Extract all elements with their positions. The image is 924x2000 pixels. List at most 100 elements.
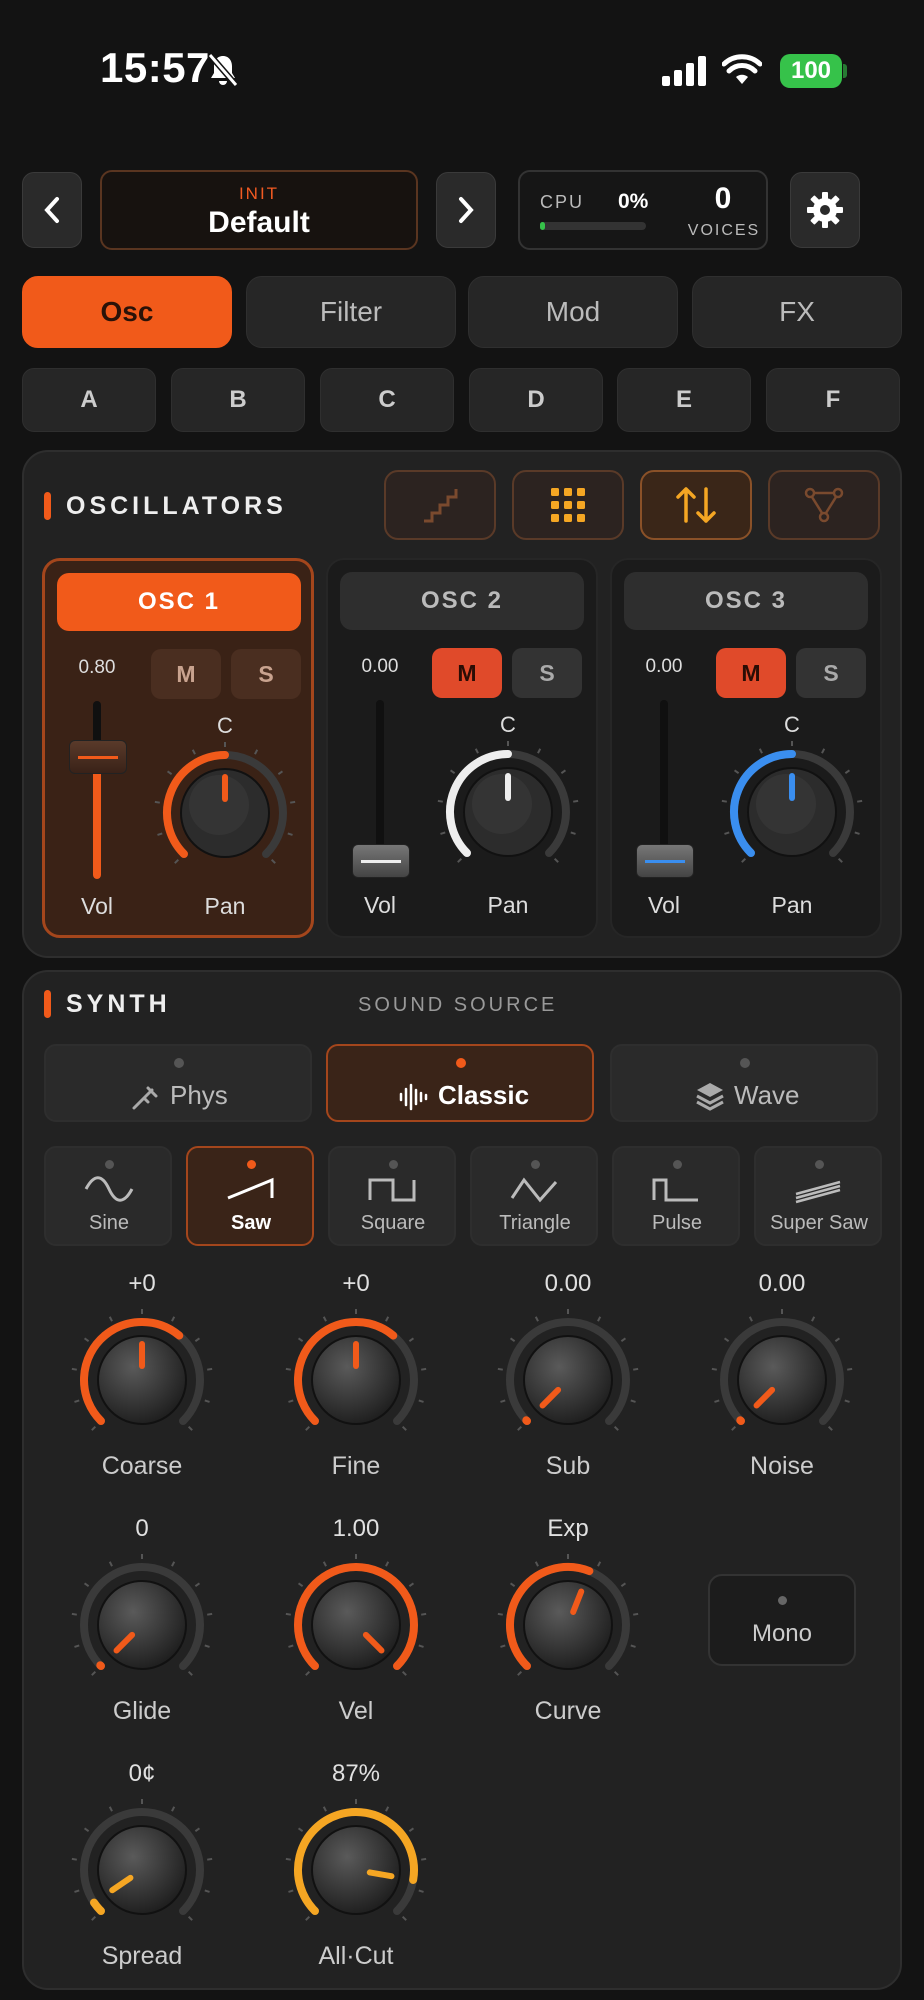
- osc-2-pan-knob[interactable]: [437, 741, 579, 882]
- source-label-wave: Wave: [734, 1080, 800, 1110]
- all-cut-value: 87%: [331, 1760, 381, 1787]
- noise-knob[interactable]: [711, 1309, 853, 1450]
- spread-value: 0¢: [128, 1760, 156, 1787]
- super-saw-icon: [795, 1180, 841, 1204]
- spread-knob[interactable]: [71, 1799, 213, 1940]
- pulse-wave-icon: [652, 1178, 698, 1202]
- osc-2-volume-value: 0.00: [361, 656, 399, 677]
- mono-label: Mono: [751, 1620, 813, 1647]
- battery-tip: [843, 64, 847, 78]
- sub-label: Sub: [545, 1452, 591, 1480]
- sound-source-label: SOUND SOURCE: [358, 994, 558, 1016]
- routing-icon: [804, 487, 844, 523]
- osc-1-pan-label: Pan: [204, 893, 246, 919]
- osc-card-3[interactable]: OSC 3 0.00 M S C Vol Pan: [610, 558, 882, 938]
- osc-2-mute-button[interactable]: M: [432, 648, 502, 698]
- wave-button-square[interactable]: Square: [328, 1146, 456, 1246]
- osc-1-pan-knob[interactable]: [154, 742, 296, 883]
- wave-button-saw[interactable]: Saw: [186, 1146, 314, 1246]
- wave-label-saw: Saw: [230, 1212, 272, 1234]
- cpu-value: 0%: [618, 190, 649, 213]
- osc-3-vol-label: Vol: [648, 892, 680, 918]
- chevron-left-icon: [44, 197, 59, 223]
- source-label-classic: Classic: [438, 1080, 530, 1110]
- noise-value: 0.00: [758, 1270, 806, 1297]
- square-wave-icon: [368, 1178, 416, 1202]
- spread-label: Spread: [101, 1942, 183, 1970]
- tool-button-up-down[interactable]: [640, 470, 752, 540]
- slot-a[interactable]: A: [22, 368, 156, 432]
- osc-2-fader-handle[interactable]: [352, 844, 410, 878]
- vel-knob[interactable]: [285, 1554, 427, 1695]
- wave-button-super-saw[interactable]: Super Saw: [754, 1146, 882, 1246]
- wave-button-pulse[interactable]: Pulse: [612, 1146, 740, 1246]
- osc-1-fader-handle[interactable]: [69, 739, 127, 774]
- signal-icon: [662, 56, 706, 86]
- wave-button-sine[interactable]: Sine: [44, 1146, 172, 1246]
- osc-3-fader-handle[interactable]: [636, 844, 694, 878]
- vel-value: 1.00: [332, 1515, 380, 1542]
- fine-knob[interactable]: [285, 1309, 427, 1450]
- osc-2-header[interactable]: OSC 2: [340, 572, 584, 630]
- source-button-classic[interactable]: Classic: [326, 1044, 594, 1122]
- osc-1-header[interactable]: OSC 1: [57, 573, 301, 631]
- source-button-wave[interactable]: Wave: [610, 1044, 878, 1122]
- settings-button[interactable]: [790, 172, 860, 248]
- osc-1-mute-button[interactable]: M: [151, 649, 221, 699]
- osc-1-pan-value: C: [217, 713, 233, 738]
- panel-accent-mark: [44, 492, 51, 520]
- wave-indicator: [673, 1160, 682, 1169]
- osc-card-1[interactable]: OSC 1 0.80 M S C Vol Pan: [42, 558, 314, 938]
- mono-toggle[interactable]: Mono: [708, 1574, 856, 1666]
- osc-1-solo-button[interactable]: S: [231, 649, 301, 699]
- tab-mod[interactable]: Mod: [468, 276, 678, 348]
- tab-filter[interactable]: Filter: [246, 276, 456, 348]
- synth-title: SYNTH: [66, 990, 171, 1018]
- tab-osc[interactable]: Osc: [22, 276, 232, 348]
- source-indicator: [174, 1058, 184, 1068]
- all-cut-knob[interactable]: [285, 1799, 427, 1940]
- slot-e[interactable]: E: [617, 368, 751, 432]
- wave-button-triangle[interactable]: Triangle: [470, 1146, 598, 1246]
- wave-indicator: [247, 1160, 256, 1169]
- slot-b[interactable]: B: [171, 368, 305, 432]
- mono-indicator: [778, 1596, 787, 1605]
- coarse-knob[interactable]: [71, 1309, 213, 1450]
- staircase-icon: [424, 489, 458, 523]
- glide-knob[interactable]: [71, 1554, 213, 1695]
- chevron-right-icon: [459, 197, 474, 223]
- source-button-phys[interactable]: Phys: [44, 1044, 312, 1122]
- sub-knob[interactable]: [497, 1309, 639, 1450]
- slot-c[interactable]: C: [320, 368, 454, 432]
- panel-accent-mark: [44, 990, 51, 1018]
- wave-label-super-saw: Super Saw: [770, 1212, 868, 1234]
- osc-3-header[interactable]: OSC 3: [624, 572, 868, 630]
- all-cut-label: All·Cut: [318, 1942, 394, 1970]
- osc-3-mute-button[interactable]: M: [716, 648, 786, 698]
- cpu-bar-fill: [540, 222, 545, 230]
- tab-fx[interactable]: FX: [692, 276, 902, 348]
- osc-2-solo-button[interactable]: S: [512, 648, 582, 698]
- curve-knob[interactable]: [497, 1554, 639, 1695]
- tool-button-routing[interactable]: [768, 470, 880, 540]
- next-preset-button[interactable]: [436, 172, 496, 248]
- voices-label: VOICES: [687, 222, 761, 239]
- source-indicator: [740, 1058, 750, 1068]
- slot-f[interactable]: F: [766, 368, 900, 432]
- tuning-fork-icon: [132, 1086, 158, 1110]
- tool-button-staircase[interactable]: [384, 470, 496, 540]
- osc-3-pan-label: Pan: [771, 892, 813, 918]
- prev-preset-button[interactable]: [22, 172, 82, 248]
- status-time: 15:57: [100, 44, 210, 91]
- tool-button-grid[interactable]: [512, 470, 624, 540]
- sub-value: 0.00: [544, 1270, 592, 1297]
- slot-d[interactable]: D: [469, 368, 603, 432]
- curve-label: Curve: [534, 1697, 602, 1725]
- osc-1-volume-value: 0.80: [78, 657, 116, 678]
- osc-card-2[interactable]: OSC 2 0.00 M S C Vol Pan: [326, 558, 598, 938]
- osc-3-solo-button[interactable]: S: [796, 648, 866, 698]
- preset-selector[interactable]: INIT Default: [100, 170, 418, 250]
- osc-3-pan-knob[interactable]: [721, 741, 863, 882]
- source-indicator: [456, 1058, 466, 1068]
- silent-mode-icon: [207, 53, 239, 87]
